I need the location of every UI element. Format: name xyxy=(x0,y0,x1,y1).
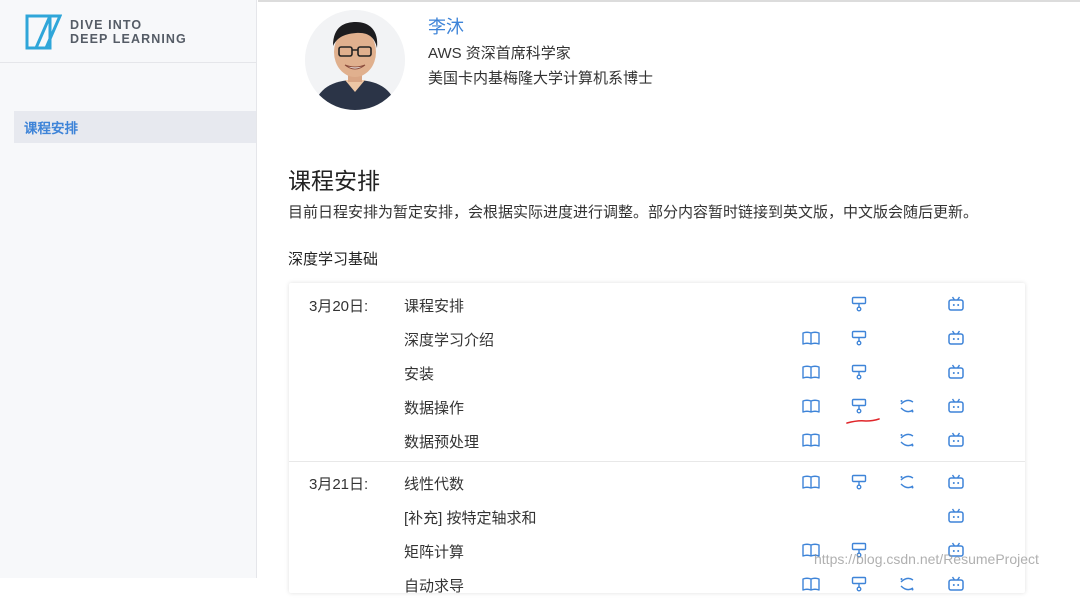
video-icon[interactable] xyxy=(947,296,965,312)
author-avatar xyxy=(305,10,405,110)
page-title: 课程安排 xyxy=(288,168,380,194)
sidebar-item-label: 课程安排 xyxy=(24,121,78,136)
sidebar-item-schedule[interactable]: 课程安排 xyxy=(14,111,256,143)
slides-icon[interactable] xyxy=(850,296,868,312)
video-icon[interactable] xyxy=(947,364,965,380)
book-icon[interactable] xyxy=(802,432,820,448)
schedule-row: 3月20日: 课程安排 xyxy=(289,287,1025,321)
schedule-topic: 课程安排 xyxy=(404,298,465,315)
author-photo xyxy=(305,10,405,110)
red-annotation-underline xyxy=(846,418,880,424)
book-icon[interactable] xyxy=(802,576,820,592)
watermark: https://blog.csdn.net/ResumeProject xyxy=(814,551,1039,567)
book-icon[interactable] xyxy=(802,330,820,346)
notebook-icon[interactable] xyxy=(898,474,916,490)
video-icon[interactable] xyxy=(947,398,965,414)
schedule-topic: [补充] 按特定轴求和 xyxy=(404,510,537,527)
schedule-date: 3月21日: xyxy=(309,476,369,493)
schedule-row: [补充] 按特定轴求和 xyxy=(289,499,1025,533)
site-logo[interactable]: DIVE INTO DEEP LEARNING xyxy=(24,12,187,52)
slides-icon[interactable] xyxy=(850,330,868,346)
notebook-icon[interactable] xyxy=(898,432,916,448)
schedule-row: 3月21日: 线性代数 xyxy=(289,465,1025,499)
author-title: AWS 资深首席科学家 xyxy=(428,45,571,62)
video-icon[interactable] xyxy=(947,508,965,524)
book-icon[interactable] xyxy=(802,364,820,380)
author-education: 美国卡内基梅隆大学计算机系博士 xyxy=(428,70,654,87)
schedule-topic: 线性代数 xyxy=(404,476,465,493)
book-icon[interactable] xyxy=(802,474,820,490)
video-icon[interactable] xyxy=(947,432,965,448)
notebook-icon[interactable] xyxy=(898,576,916,592)
video-icon[interactable] xyxy=(947,576,965,592)
schedule-topic: 安装 xyxy=(404,366,435,383)
schedule-row: 数据预处理 xyxy=(289,423,1025,457)
notebook-icon[interactable] xyxy=(898,398,916,414)
schedule-row: 自动求导 xyxy=(289,567,1025,601)
slides-icon[interactable] xyxy=(850,474,868,490)
logo-text: DIVE INTO DEEP LEARNING xyxy=(70,18,187,46)
logo-line-1: DIVE INTO xyxy=(70,18,143,32)
subsection-title: 深度学习基础 xyxy=(288,251,379,268)
schedule-row: 安装 xyxy=(289,355,1025,389)
slides-icon[interactable] xyxy=(850,364,868,380)
video-icon[interactable] xyxy=(947,474,965,490)
schedule-topic: 数据预处理 xyxy=(404,434,480,451)
day-divider xyxy=(289,461,1025,462)
schedule-card: 3月20日: 课程安排深度学习介绍 安装数据操作数据预处理 3月21日: 线性代数 [补充… xyxy=(289,283,1025,595)
slides-icon[interactable] xyxy=(850,398,868,414)
video-icon[interactable] xyxy=(947,330,965,346)
schedule-topic: 矩阵计算 xyxy=(404,544,465,561)
sidebar-divider xyxy=(0,62,256,63)
book-icon[interactable] xyxy=(802,398,820,414)
schedule-topic: 数据操作 xyxy=(404,400,465,417)
slides-icon[interactable] xyxy=(850,576,868,592)
schedule-topic: 深度学习介绍 xyxy=(404,332,495,349)
schedule-row: 数据操作 xyxy=(289,389,1025,423)
top-rule xyxy=(258,0,1080,2)
schedule-topic: 自动求导 xyxy=(404,578,465,595)
author-name-link[interactable]: 李沐 xyxy=(428,13,464,39)
sidebar: DIVE INTO DEEP LEARNING 课程安排 xyxy=(0,0,257,578)
book-logo-icon xyxy=(25,14,62,50)
section-description: 目前日程安排为暂定安排，会根据实际进度进行调整。部分内容暂时链接到英文版，中文版… xyxy=(288,204,979,221)
schedule-row: 深度学习介绍 xyxy=(289,321,1025,355)
logo-line-2: DEEP LEARNING xyxy=(70,32,187,46)
schedule-date: 3月20日: xyxy=(309,298,369,315)
